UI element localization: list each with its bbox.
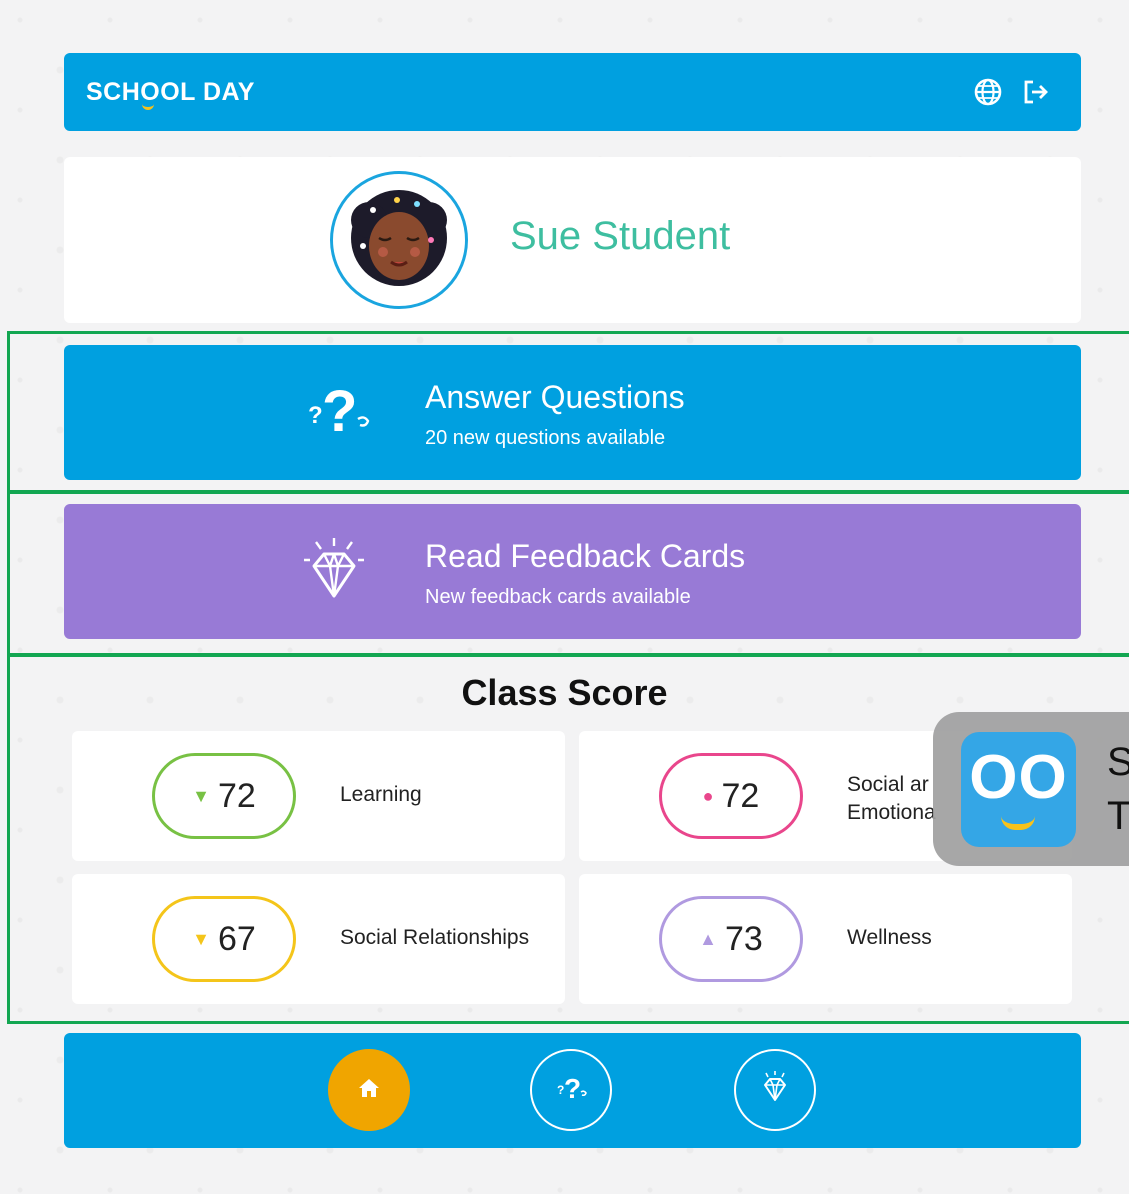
answer-questions-button[interactable]: ? ? Answer Questions 20 new questions av… [64, 345, 1081, 480]
trend-down-icon: ▼ [192, 786, 210, 806]
score-card-wellness[interactable]: ▲ 73 Wellness [579, 874, 1072, 1004]
app-icon-letters: OO [969, 743, 1068, 812]
student-avatar-illustration [351, 190, 447, 286]
score-pill: ▼ 72 [152, 753, 296, 839]
question-icon: ? ? [551, 1068, 591, 1113]
home-icon [354, 1073, 384, 1108]
question-icon: ? ? [294, 373, 374, 453]
score-pill: ▼ 67 [152, 896, 296, 982]
diamond-icon [755, 1068, 795, 1113]
score-label: Learning [340, 783, 422, 806]
globe-icon[interactable] [973, 77, 1003, 107]
score-label: Social ar Emotiona [847, 771, 936, 827]
answer-questions-title: Answer Questions [425, 379, 685, 415]
score-value: 72 [721, 776, 760, 815]
app-switcher-overlay[interactable]: OO S T [933, 712, 1129, 866]
svg-text:?: ? [564, 1073, 581, 1104]
trend-down-icon: ▼ [192, 929, 210, 949]
score-value: 72 [218, 776, 256, 815]
brand-smile [142, 104, 154, 110]
brand-text: SCHOOL DAY [86, 77, 255, 106]
nav-feedback-button[interactable] [734, 1049, 816, 1131]
answer-questions-subtitle: 20 new questions available [425, 427, 666, 449]
score-card-social-relationships[interactable]: ▼ 67 Social Relationships [72, 874, 565, 1004]
svg-text:?: ? [308, 402, 323, 429]
profile-card: Sue Student [64, 157, 1081, 323]
read-feedback-cards-subtitle: New feedback cards available [425, 586, 691, 608]
class-score-title: Class Score [461, 672, 668, 713]
overlay-title-line1: S [1107, 740, 1129, 784]
logout-icon[interactable] [1021, 77, 1051, 107]
diamond-icon [294, 532, 374, 612]
score-label: Wellness [847, 926, 932, 949]
nav-home-button[interactable] [328, 1049, 410, 1131]
bottom-nav: ? ? [64, 1033, 1081, 1148]
score-label-line2: Emotiona [847, 801, 936, 824]
app-icon-smile [1001, 816, 1035, 830]
top-icons [973, 77, 1051, 107]
overlay-title-line2: T [1107, 794, 1129, 838]
brand-logo: SCHOOL DAY [86, 77, 255, 110]
score-card-learning[interactable]: ▼ 72 Learning [72, 731, 565, 861]
nav-questions-button[interactable]: ? ? [530, 1049, 612, 1131]
score-value: 67 [218, 919, 256, 958]
avatar[interactable] [330, 171, 468, 309]
trend-up-icon: ▲ [699, 929, 717, 949]
read-feedback-cards-title: Read Feedback Cards [425, 538, 746, 574]
school-day-app-icon[interactable]: OO [961, 732, 1076, 847]
score-pill: ● 72 [659, 753, 803, 839]
top-bar: SCHOOL DAY [64, 53, 1081, 131]
read-feedback-cards-button[interactable]: Read Feedback Cards New feedback cards a… [64, 504, 1081, 639]
score-value: 73 [725, 919, 763, 958]
svg-text:?: ? [322, 379, 357, 444]
trend-neutral-icon: ● [702, 786, 714, 806]
score-pill: ▲ 73 [659, 896, 803, 982]
student-name: Sue Student [510, 214, 731, 258]
score-label-line1: Social ar [847, 773, 929, 796]
score-label: Social Relationships [340, 926, 530, 949]
